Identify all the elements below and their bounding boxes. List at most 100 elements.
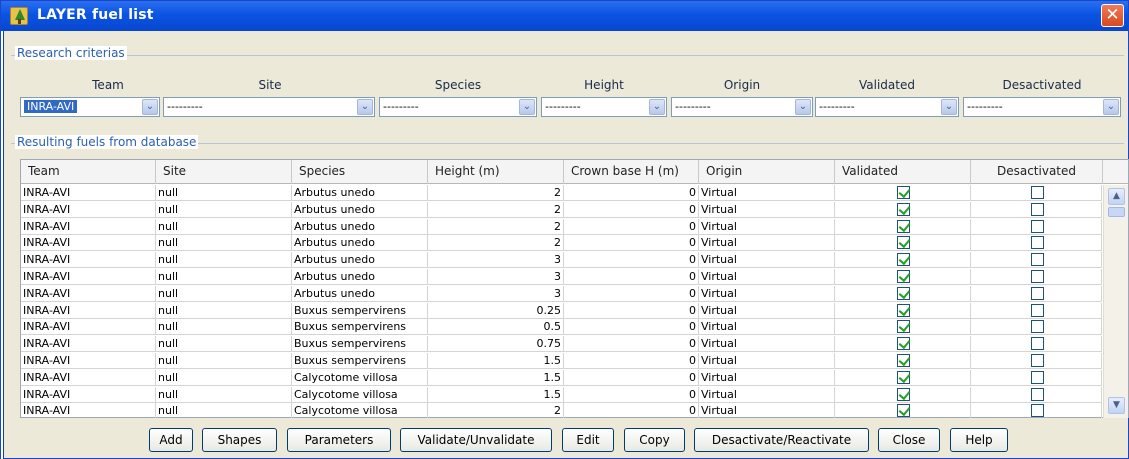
cell-height[interactable]: 1.5 xyxy=(428,386,564,403)
cell-crown-base[interactable]: 0 xyxy=(564,252,699,269)
origin-select[interactable]: --------- ⌄ xyxy=(671,97,813,117)
height-select[interactable]: --------- ⌄ xyxy=(541,97,667,117)
cell-origin[interactable]: Virtual xyxy=(699,201,835,218)
cell-origin[interactable]: Virtual xyxy=(699,353,835,369)
cell-species[interactable]: Arbutus unedo xyxy=(292,285,428,302)
cell-site[interactable]: null xyxy=(156,386,292,403)
table-row[interactable]: INRA-AVI null Buxus sempervirens 1.5 0 Virtua… xyxy=(21,353,1102,369)
checkbox-unchecked[interactable] xyxy=(1031,202,1044,216)
cell-site[interactable]: null xyxy=(156,285,292,302)
validated-select[interactable]: --------- ⌄ xyxy=(815,97,959,117)
checkbox-checked[interactable] xyxy=(897,186,910,199)
cell-species[interactable]: Calycotome villosa xyxy=(292,369,428,386)
cell-crown-base[interactable]: 0 xyxy=(564,269,699,285)
cell-origin[interactable]: Virtual xyxy=(699,285,835,302)
cell-height[interactable]: 2 xyxy=(428,185,564,201)
cell-site[interactable]: null xyxy=(156,319,292,336)
chevron-down-icon[interactable]: ⌄ xyxy=(649,99,665,115)
cell-crown-base[interactable]: 0 xyxy=(564,235,699,252)
checkbox-unchecked[interactable] xyxy=(1031,370,1044,384)
cell-height[interactable]: 0.75 xyxy=(428,336,564,353)
cell-site[interactable]: null xyxy=(156,336,292,353)
cell-species[interactable]: Arbutus unedo xyxy=(292,252,428,269)
cell-site[interactable]: null xyxy=(156,403,292,418)
checkbox-checked[interactable] xyxy=(897,236,910,250)
chevron-down-icon[interactable]: ⌄ xyxy=(357,99,373,115)
table-row[interactable]: INRA-AVI null Calycotome villosa 2 0 Virtual xyxy=(21,403,1102,418)
cell-team[interactable]: INRA-AVI xyxy=(21,369,156,386)
cell-site[interactable]: null xyxy=(156,252,292,269)
cell-site[interactable]: null xyxy=(156,201,292,218)
cell-species[interactable]: Calycotome villosa xyxy=(292,386,428,403)
cell-species[interactable]: Arbutus unedo xyxy=(292,269,428,285)
column-header-site[interactable]: Site xyxy=(156,160,292,184)
checkbox-checked[interactable] xyxy=(897,202,910,216)
checkbox-checked[interactable] xyxy=(897,286,910,300)
cell-crown-base[interactable]: 0 xyxy=(564,201,699,218)
cell-team[interactable]: INRA-AVI xyxy=(21,386,156,403)
parameters-button[interactable]: Parameters xyxy=(287,428,391,452)
cell-height[interactable]: 3 xyxy=(428,269,564,285)
table-row[interactable]: INRA-AVI null Arbutus unedo 2 0 Virtual xyxy=(21,218,1102,235)
edit-button[interactable]: Edit xyxy=(562,428,614,452)
table-row[interactable]: INRA-AVI null Calycotome villosa 1.5 0 Virtua… xyxy=(21,386,1102,403)
cell-crown-base[interactable]: 0 xyxy=(564,353,699,369)
column-header-team[interactable]: Team xyxy=(21,160,156,184)
cell-species[interactable]: Calycotome villosa xyxy=(292,403,428,418)
chevron-down-icon[interactable]: ⌄ xyxy=(142,99,158,115)
cell-crown-base[interactable]: 0 xyxy=(564,369,699,386)
column-header-desactivated[interactable]: Desactivated xyxy=(971,160,1103,184)
copy-button[interactable]: Copy xyxy=(624,428,685,452)
table-row[interactable]: INRA-AVI null Arbutus unedo 2 0 Virtual xyxy=(21,185,1102,201)
scroll-up-icon[interactable]: ▲ xyxy=(1108,188,1125,205)
cell-team[interactable]: INRA-AVI xyxy=(21,353,156,369)
checkbox-checked[interactable] xyxy=(897,354,910,367)
cell-height[interactable]: 1.5 xyxy=(428,369,564,386)
cell-team[interactable]: INRA-AVI xyxy=(21,269,156,285)
table-row[interactable]: INRA-AVI null Calycotome villosa 1.5 0 Virtua… xyxy=(21,369,1102,386)
checkbox-unchecked[interactable] xyxy=(1031,236,1044,250)
scrollbar-thumb[interactable] xyxy=(1108,207,1125,217)
cell-origin[interactable]: Virtual xyxy=(699,218,835,235)
table-row[interactable]: INRA-AVI null Arbutus unedo 3 0 Virtual xyxy=(21,285,1102,302)
table-row[interactable]: INRA-AVI null Buxus sempervirens 0.75 0 Virtu… xyxy=(21,336,1102,353)
column-header-validated[interactable]: Validated xyxy=(835,160,971,184)
checkbox-unchecked[interactable] xyxy=(1031,270,1044,283)
site-select[interactable]: --------- ⌄ xyxy=(163,97,375,117)
checkbox-unchecked[interactable] xyxy=(1031,286,1044,300)
checkbox-unchecked[interactable] xyxy=(1031,219,1044,233)
species-select[interactable]: --------- ⌄ xyxy=(379,97,537,117)
cell-site[interactable]: null xyxy=(156,369,292,386)
cell-species[interactable]: Buxus sempervirens xyxy=(292,302,428,319)
cell-height[interactable]: 0.5 xyxy=(428,319,564,336)
validate-unvalidate-button[interactable]: Validate/Unvalidate xyxy=(400,428,552,452)
cell-species[interactable]: Arbutus unedo xyxy=(292,201,428,218)
cell-site[interactable]: null xyxy=(156,269,292,285)
cell-team[interactable]: INRA-AVI xyxy=(21,252,156,269)
scroll-down-icon[interactable]: ▼ xyxy=(1108,397,1125,414)
help-button[interactable]: Help xyxy=(950,428,1008,452)
checkbox-checked[interactable] xyxy=(897,253,910,267)
checkbox-checked[interactable] xyxy=(897,303,910,317)
checkbox-unchecked[interactable] xyxy=(1031,303,1044,317)
title-bar[interactable]: LAYER fuel list ✕ xyxy=(1,1,1128,31)
table-row[interactable]: INRA-AVI null Buxus sempervirens 0.25 0 Virtu… xyxy=(21,302,1102,319)
cell-height[interactable]: 3 xyxy=(428,285,564,302)
vertical-scrollbar[interactable]: ▲ ▼ xyxy=(1103,185,1128,418)
checkbox-unchecked[interactable] xyxy=(1031,387,1044,401)
checkbox-checked[interactable] xyxy=(897,387,910,401)
checkbox-unchecked[interactable] xyxy=(1031,186,1044,199)
cell-origin[interactable]: Virtual xyxy=(699,185,835,201)
shapes-button[interactable]: Shapes xyxy=(202,428,277,452)
chevron-down-icon[interactable]: ⌄ xyxy=(1103,99,1119,115)
cell-origin[interactable]: Virtual xyxy=(699,403,835,418)
table-row[interactable]: INRA-AVI null Arbutus unedo 2 0 Virtual xyxy=(21,201,1102,218)
table-row[interactable]: INRA-AVI null Arbutus unedo 3 0 Virtual xyxy=(21,269,1102,285)
cell-origin[interactable]: Virtual xyxy=(699,252,835,269)
close-icon[interactable]: ✕ xyxy=(1101,4,1124,27)
cell-crown-base[interactable]: 0 xyxy=(564,386,699,403)
cell-crown-base[interactable]: 0 xyxy=(564,218,699,235)
cell-height[interactable]: 3 xyxy=(428,252,564,269)
cell-height[interactable]: 2 xyxy=(428,201,564,218)
cell-origin[interactable]: Virtual xyxy=(699,235,835,252)
